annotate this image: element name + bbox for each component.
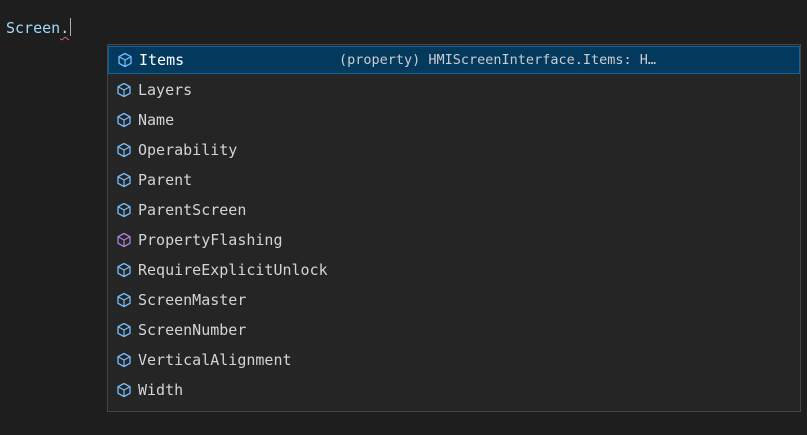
suggest-item-label: PropertyFlashing bbox=[138, 231, 283, 249]
method-icon bbox=[114, 230, 134, 250]
suggest-item-label: ScreenNumber bbox=[138, 321, 247, 339]
property-icon bbox=[115, 50, 135, 70]
property-icon bbox=[114, 260, 134, 280]
suggest-item-label: Items bbox=[139, 51, 185, 69]
suggest-item-screenmaster[interactable]: ScreenMaster bbox=[108, 286, 800, 314]
suggest-item-operability[interactable]: Operability bbox=[108, 136, 800, 164]
suggest-item-parent[interactable]: Parent bbox=[108, 166, 800, 194]
suggest-item-parentscreen[interactable]: ParentScreen bbox=[108, 196, 800, 224]
suggest-item-label: RequireExplicitUnlock bbox=[138, 261, 328, 279]
suggest-item-label: Parent bbox=[138, 171, 193, 189]
property-icon bbox=[114, 320, 134, 340]
property-icon bbox=[114, 380, 134, 400]
code-editor[interactable]: Screen. Items (property) HMIScreenInterfa… bbox=[0, 0, 807, 435]
property-icon bbox=[114, 80, 134, 100]
suggest-widget[interactable]: Items (property) HMIScreenInterface.Items… bbox=[107, 44, 801, 412]
property-icon bbox=[114, 110, 134, 130]
property-icon bbox=[114, 290, 134, 310]
code-line[interactable]: Screen. bbox=[6, 17, 72, 39]
suggest-item-width[interactable]: Width bbox=[108, 376, 800, 404]
suggest-item-label: Operability bbox=[138, 141, 238, 159]
property-icon bbox=[114, 200, 134, 220]
member-access-dot: . bbox=[60, 19, 70, 37]
typed-identifier: Screen bbox=[6, 19, 61, 37]
suggest-item-label: VerticalAlignment bbox=[138, 351, 292, 369]
suggest-item-items[interactable]: Items (property) HMIScreenInterface.Items… bbox=[108, 46, 800, 74]
suggest-item-label: Name bbox=[138, 111, 175, 129]
suggest-item-label: ScreenMaster bbox=[138, 291, 247, 309]
suggest-item-propertyflashing[interactable]: PropertyFlashing bbox=[108, 226, 800, 254]
suggest-item-label: Layers bbox=[138, 81, 193, 99]
suggest-item-verticalalignment[interactable]: VerticalAlignment bbox=[108, 346, 800, 374]
suggest-item-screennumber[interactable]: ScreenNumber bbox=[108, 316, 800, 344]
property-icon bbox=[114, 350, 134, 370]
property-icon bbox=[114, 170, 134, 190]
suggest-item-detail: (property) HMIScreenInterface.Items: H… bbox=[339, 52, 656, 68]
suggest-item-label: ParentScreen bbox=[138, 201, 247, 219]
suggest-item-label: Width bbox=[138, 381, 184, 399]
suggest-item-requireexplicitunlock[interactable]: RequireExplicitUnlock bbox=[108, 256, 800, 284]
text-cursor bbox=[70, 18, 72, 36]
property-icon bbox=[114, 140, 134, 160]
suggest-item-layers[interactable]: Layers bbox=[108, 76, 800, 104]
suggest-item-name[interactable]: Name bbox=[108, 106, 800, 134]
